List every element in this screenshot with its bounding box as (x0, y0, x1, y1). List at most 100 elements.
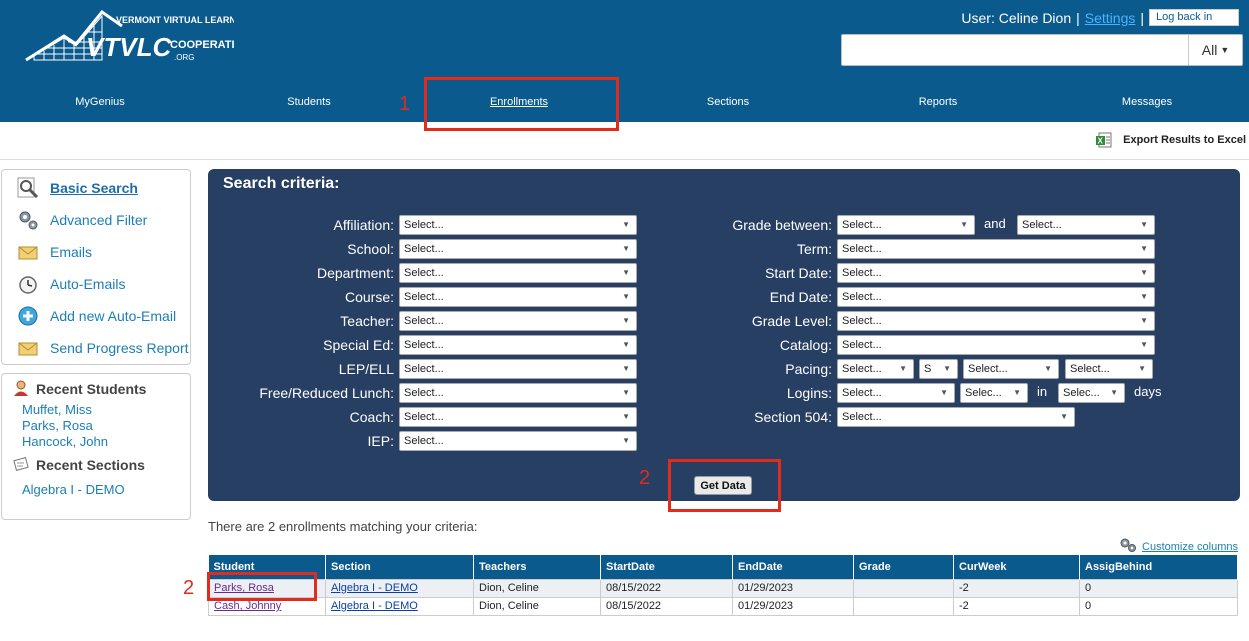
logins-select-2[interactable]: Selec... (960, 383, 1028, 403)
column-header-grade[interactable]: Grade (853, 555, 954, 579)
nav-messages[interactable]: Messages (1122, 96, 1172, 108)
global-search-input[interactable] (842, 35, 1188, 65)
recent-student-link[interactable]: Parks, Rosa (2, 418, 190, 434)
section-link[interactable]: Algebra I - DEMO (331, 582, 418, 594)
sidebar-menu: Basic Search Advanced Filter Emails Auto… (1, 169, 191, 365)
teacher-select[interactable]: Select... (399, 311, 637, 331)
free-reduced-lunch-select[interactable]: Select... (399, 383, 637, 403)
magnifier-icon (16, 176, 40, 200)
divider (0, 159, 1249, 160)
settings-link[interactable]: Settings (1085, 10, 1136, 26)
separator: | (1140, 9, 1144, 26)
iep-select[interactable]: Select... (399, 431, 637, 451)
highlight-box-enrollments (424, 77, 619, 131)
lep-ell-select[interactable]: Select... (399, 359, 637, 379)
sidebar-item-label: Auto-Emails (50, 276, 126, 292)
step-number: 2 (183, 577, 195, 599)
coach-select[interactable]: Select... (399, 407, 637, 427)
search-scope-dropdown[interactable]: All ▼ (1188, 35, 1242, 65)
grade-from-select[interactable]: Select... (837, 215, 975, 235)
coach-label: Coach: (349, 409, 394, 425)
recent-student-link[interactable]: Hancock, John (2, 434, 190, 450)
column-header-teachers[interactable]: Teachers (473, 555, 601, 579)
log-back-in-button[interactable]: Log back in (1149, 9, 1239, 26)
nav-students[interactable]: Students (287, 96, 330, 108)
recent-section-link[interactable]: Algebra I - DEMO (2, 482, 190, 498)
pacing-select-3[interactable]: Select... (963, 359, 1059, 379)
grade-level-select[interactable]: Select... (837, 311, 1155, 331)
section-link[interactable]: Algebra I - DEMO (331, 600, 418, 612)
course-select[interactable]: Select... (399, 287, 637, 307)
nav-reports[interactable]: Reports (919, 96, 958, 108)
table-header-row: Student Section Teachers StartDate EndDa… (208, 555, 1238, 579)
global-search: All ▼ (841, 34, 1243, 66)
logins-select-3[interactable]: Selec... (1058, 383, 1125, 403)
curweek-cell: -2 (953, 596, 1080, 616)
catalog-select[interactable]: Select... (837, 335, 1155, 355)
logins-select-1[interactable]: Select... (837, 383, 955, 403)
export-excel-button[interactable]: X Export Results to Excel (1095, 131, 1246, 149)
recent-student-link[interactable]: Muffet, Miss (2, 402, 190, 418)
section-cell: Algebra I - DEMO (325, 596, 474, 616)
sidebar-item-auto-emails[interactable]: Auto-Emails (2, 268, 190, 300)
logins-label: Logins: (786, 385, 832, 401)
iep-label: IEP: (367, 433, 394, 449)
clock-icon (16, 272, 40, 296)
special-ed-label: Special Ed: (323, 337, 394, 353)
section-504-select[interactable]: Select... (837, 407, 1075, 427)
start-date-label: Start Date: (765, 265, 832, 281)
term-label: Term: (797, 241, 832, 257)
teacher-label: Teacher: (340, 313, 394, 329)
highlight-box-get-data (668, 459, 781, 512)
pacing-select-2[interactable]: S (919, 359, 958, 379)
column-header-assigbehind[interactable]: AssigBehind (1079, 555, 1238, 579)
teachers-cell: Dion, Celine (473, 578, 601, 598)
term-select[interactable]: Select... (837, 239, 1155, 259)
end-date-select[interactable]: Select... (837, 287, 1155, 307)
sidebar-item-basic-search[interactable]: Basic Search (2, 172, 190, 204)
curweek-cell: -2 (953, 578, 1080, 598)
caret-down-icon: ▼ (1220, 45, 1230, 55)
grade-to-select[interactable]: Select... (1017, 215, 1155, 235)
pacing-select-1[interactable]: Select... (837, 359, 914, 379)
special-ed-select[interactable]: Select... (399, 335, 637, 355)
grade-cell (853, 596, 954, 616)
vtvlc-logo[interactable]: VERMONT VIRTUAL LEARNING VTVLC COOPERATI… (24, 9, 252, 66)
school-label: School: (347, 241, 394, 257)
step-number: 2 (639, 467, 651, 489)
affiliation-select[interactable]: Select... (399, 215, 637, 235)
department-select[interactable]: Select... (399, 263, 637, 283)
customize-columns-link[interactable]: Customize columns (1119, 537, 1238, 556)
top-header: VERMONT VIRTUAL LEARNING VTVLC COOPERATI… (0, 0, 1249, 122)
nav-mygenius[interactable]: MyGenius (75, 96, 125, 108)
affiliation-label: Affiliation: (333, 217, 394, 233)
sidebar-item-advanced-filter[interactable]: Advanced Filter (2, 204, 190, 236)
column-header-curweek[interactable]: CurWeek (953, 555, 1080, 579)
nav-sections[interactable]: Sections (707, 96, 749, 108)
results-table: Student Section Teachers StartDate EndDa… (208, 555, 1238, 616)
and-label: and (984, 216, 1006, 231)
grade-level-label: Grade Level: (751, 313, 832, 329)
student-link[interactable]: Cash, Johnny (214, 600, 281, 612)
sidebar-item-add-auto-email[interactable]: Add new Auto-Email (2, 300, 190, 332)
sidebar-item-send-progress-report[interactable]: Send Progress Report (2, 332, 190, 364)
recent-sections-heading: Recent Sections (2, 452, 190, 478)
school-select[interactable]: Select... (399, 239, 637, 259)
in-label: in (1037, 384, 1048, 399)
days-label: days (1134, 384, 1162, 399)
start-date-select[interactable]: Select... (837, 263, 1155, 283)
pacing-select-4[interactable]: Select... (1065, 359, 1153, 379)
catalog-label: Catalog: (779, 337, 832, 353)
teachers-cell: Dion, Celine (473, 596, 601, 616)
column-header-section[interactable]: Section (325, 555, 474, 579)
sidebar-recent: Recent Students Muffet, Miss Parks, Rosa… (1, 373, 191, 520)
recent-students-heading: Recent Students (2, 376, 190, 402)
sidebar-item-label: Basic Search (50, 180, 138, 196)
gears-icon (16, 208, 40, 232)
column-header-startdate[interactable]: StartDate (600, 555, 733, 579)
add-icon (16, 304, 40, 328)
sidebar-item-emails[interactable]: Emails (2, 236, 190, 268)
highlight-box-student (207, 572, 317, 601)
export-excel-label: Export Results to Excel (1123, 134, 1246, 146)
column-header-enddate[interactable]: EndDate (732, 555, 854, 579)
